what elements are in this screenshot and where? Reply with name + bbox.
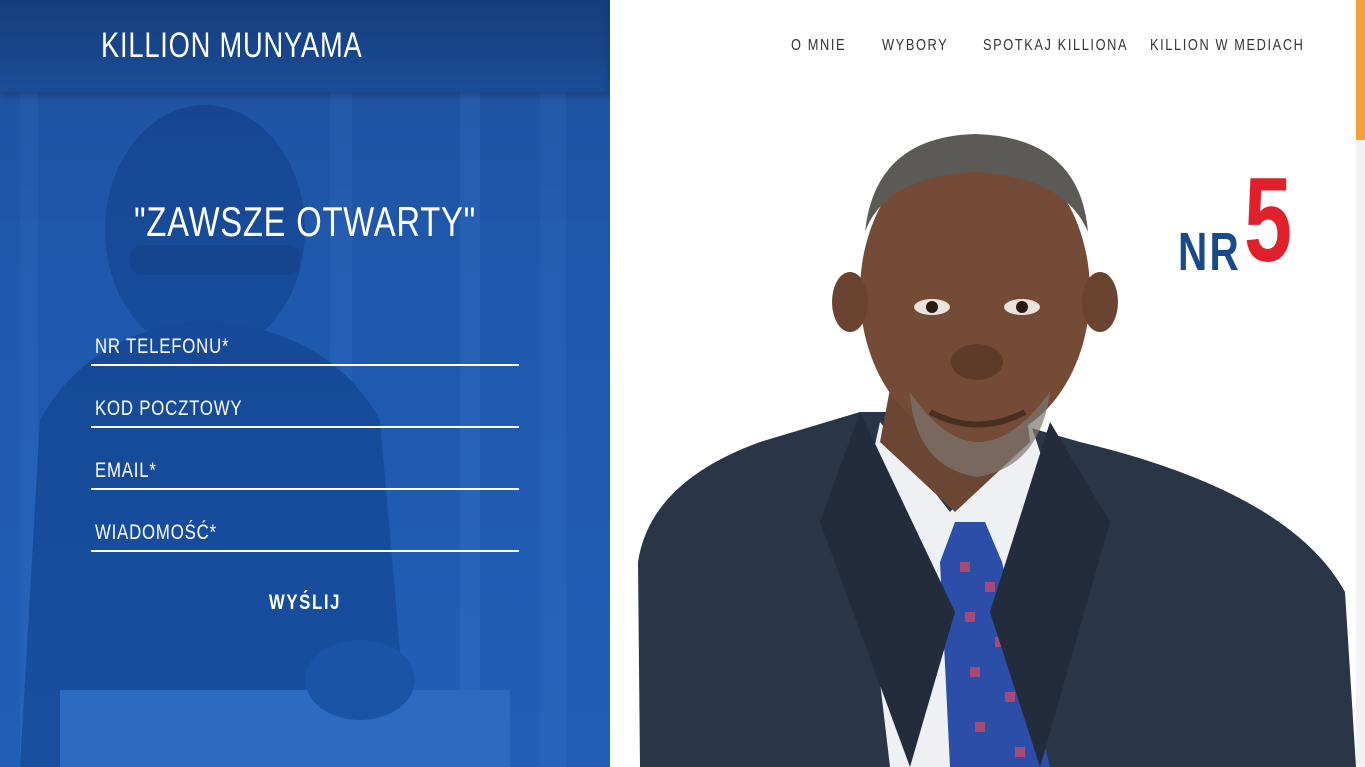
- email-field-placeholder: EMAIL*: [95, 459, 157, 482]
- background-photo: [0, 90, 610, 767]
- nav-meet[interactable]: SPOTKAJ KILLIONA: [983, 37, 1128, 55]
- nav-media[interactable]: KILLION W MEDIACH: [1150, 37, 1305, 55]
- badge-number: 5: [1244, 153, 1293, 287]
- postal-code-field-placeholder: KOD POCZTOWY: [95, 397, 243, 420]
- nav-elections[interactable]: WYBORY: [882, 37, 948, 55]
- site-header-brand-area: KILLION MUNYAMA: [0, 0, 610, 92]
- phone-field-placeholder: NR TELEFONU*: [95, 335, 230, 358]
- message-field-placeholder: WIADOMOŚĆ*: [95, 521, 217, 544]
- submit-button[interactable]: WYŚLIJ: [61, 591, 549, 615]
- phone-field[interactable]: NR TELEFONU*: [91, 330, 519, 366]
- email-field[interactable]: EMAIL*: [91, 454, 519, 490]
- postal-code-field[interactable]: KOD POCZTOWY: [91, 392, 519, 428]
- nav-about[interactable]: O MNIE: [791, 37, 846, 55]
- message-field[interactable]: WIADOMOŚĆ*: [91, 516, 519, 552]
- contact-panel: [0, 0, 610, 767]
- form-title: "ZAWSZE OTWARTY": [133, 198, 477, 245]
- scrollbar-thumb[interactable]: [1356, 0, 1365, 140]
- site-logo-text[interactable]: KILLION MUNYAMA: [101, 26, 362, 66]
- badge-prefix: NR: [1178, 222, 1241, 282]
